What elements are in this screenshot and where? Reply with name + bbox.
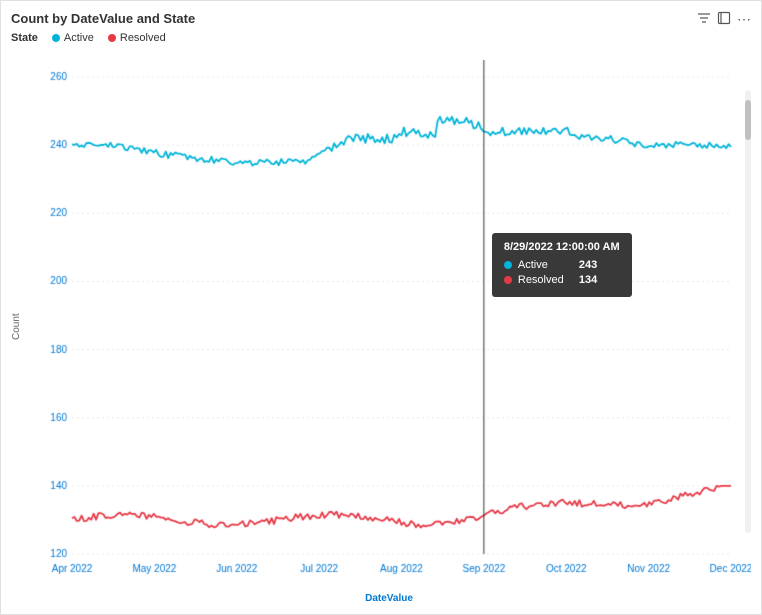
legend-state-label: State bbox=[11, 32, 38, 44]
legend-resolved-dot bbox=[108, 34, 116, 42]
legend-active-dot bbox=[52, 34, 60, 42]
expand-icon[interactable] bbox=[717, 11, 731, 28]
legend-active-label: Active bbox=[64, 32, 94, 44]
legend-resolved: Resolved bbox=[108, 32, 166, 44]
plot-area[interactable]: 8/29/2022 12:00:00 AM Active 243 Resolve… bbox=[27, 50, 751, 589]
legend: State Active Resolved bbox=[11, 32, 751, 44]
legend-resolved-label: Resolved bbox=[120, 32, 166, 44]
filter-icon[interactable] bbox=[697, 11, 711, 28]
scrollbar-thumb[interactable] bbox=[745, 100, 751, 140]
scrollbar[interactable] bbox=[745, 90, 751, 533]
chart-container: Count by DateValue and State ⋯ State bbox=[0, 0, 762, 615]
x-axis-label: DateValue bbox=[27, 589, 751, 604]
chart-inner: 8/29/2022 12:00:00 AM Active 243 Resolve… bbox=[27, 50, 751, 604]
more-icon[interactable]: ⋯ bbox=[737, 11, 751, 28]
y-axis-label: Count bbox=[11, 50, 27, 604]
chart-canvas bbox=[27, 50, 751, 589]
chart-body: Count 8/29/2022 12:00:00 AM Active 243 R… bbox=[11, 50, 751, 604]
legend-active: Active bbox=[52, 32, 94, 44]
chart-header: Count by DateValue and State ⋯ bbox=[11, 11, 751, 28]
header-icons: ⋯ bbox=[697, 11, 751, 28]
chart-title: Count by DateValue and State bbox=[11, 11, 195, 26]
